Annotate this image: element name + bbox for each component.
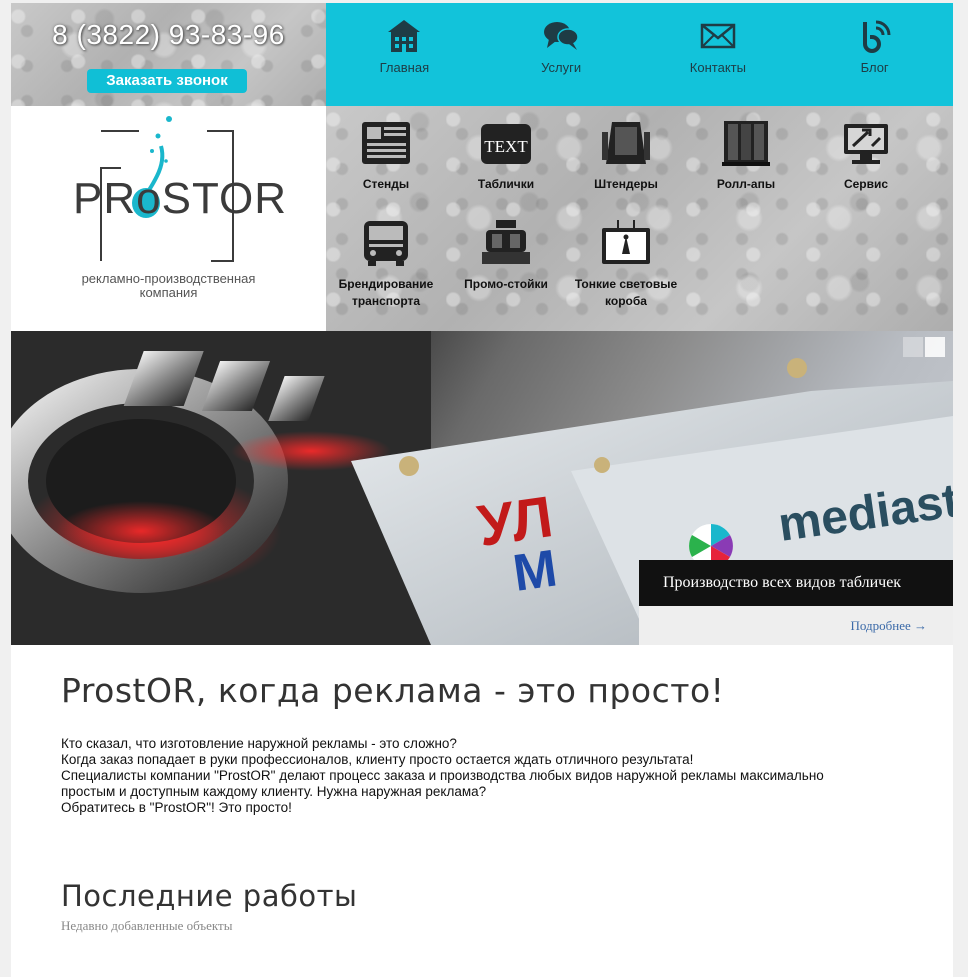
top-nav: Главная Услуги Контакты Блог xyxy=(326,3,953,106)
service-item-promo-stands[interactable]: Промо-стойки xyxy=(446,218,566,293)
roll-up-icon xyxy=(722,121,770,166)
services-grid: Стенды TEXT Таблички Штендеры Ролл-апы С… xyxy=(326,106,953,331)
text-sign-icon: TEXT xyxy=(481,124,531,164)
page: 8 (3822) 93-83-96 Заказать звонок Главна… xyxy=(11,3,953,977)
service-tools-icon xyxy=(844,124,888,164)
service-item-signs[interactable]: TEXT Таблички xyxy=(446,118,566,193)
service-label-line1: Промо-стойки xyxy=(464,277,548,291)
nav-item-home[interactable]: Главная xyxy=(326,3,483,106)
sandwich-board-icon xyxy=(602,122,650,164)
newspaper-stand-icon xyxy=(362,122,410,164)
service-item-transport-branding[interactable]: Брендирование транспорта xyxy=(326,218,446,310)
home-icon xyxy=(388,20,421,52)
service-label: Промо-стойки xyxy=(446,276,566,293)
blog-rss-icon xyxy=(862,20,891,53)
service-label-line1: Стенды xyxy=(362,177,410,191)
slider-dots xyxy=(903,337,945,357)
phone-number[interactable]: 8 (3822) 93-83-96 xyxy=(11,19,326,51)
intro-paragraph: Кто сказал, что изготовление наружной ре… xyxy=(61,736,901,816)
recent-works-title: Последние работы xyxy=(61,879,358,913)
service-label-line1: Ролл-апы xyxy=(716,177,776,191)
intro-line: Обратитесь в "ProstOR"! Это просто! xyxy=(61,800,292,815)
slide-more-link[interactable]: Подробнее → xyxy=(639,606,953,645)
service-label-line1: Сервис xyxy=(843,177,889,191)
service-item-sandwich-boards[interactable]: Штендеры xyxy=(566,118,686,193)
service-label-line1: Брендирование xyxy=(338,277,434,291)
service-item-thin-lightboxes[interactable]: Тонкие световые короба xyxy=(566,218,686,310)
slide-caption: Производство всех видов табличек Подробн… xyxy=(639,560,953,645)
service-label: Ролл-апы xyxy=(686,176,806,193)
service-item-stands[interactable]: Стенды xyxy=(326,118,446,193)
promo-stand-icon xyxy=(482,220,530,264)
nav-label-services: Услуги xyxy=(541,60,582,75)
intro-line: Когда заказ попадает в руки профессионал… xyxy=(61,752,694,767)
service-item-rollups[interactable]: Ролл-апы xyxy=(686,118,806,193)
page-headline: ProstOR, когда реклама - это просто! xyxy=(61,671,725,710)
hero-slider[interactable]: УЛ М mediast Производство всех видов таб… xyxy=(11,331,953,645)
service-label: Таблички xyxy=(446,176,566,193)
svg-text:TEXT: TEXT xyxy=(484,137,528,156)
envelope-icon xyxy=(700,23,736,49)
logo-block[interactable]: PRoSTOR рекламно-производственная компан… xyxy=(11,106,326,331)
service-label-line2: короба xyxy=(605,294,647,308)
nav-item-contacts[interactable]: Контакты xyxy=(640,3,797,106)
logo-subtitle-line2: компания xyxy=(139,285,198,300)
service-label: Стенды xyxy=(326,176,446,193)
service-label: Штендеры xyxy=(566,176,686,193)
service-item-service[interactable]: Сервис xyxy=(806,118,926,193)
nav-item-services[interactable]: Услуги xyxy=(483,3,640,106)
nav-label-home: Главная xyxy=(379,60,430,75)
intro-line: Кто сказал, что изготовление наружной ре… xyxy=(61,736,457,751)
phone-block: 8 (3822) 93-83-96 Заказать звонок xyxy=(11,3,326,106)
intro-line: Специалисты компании "ProstOR" делают пр… xyxy=(61,768,824,783)
slide-caption-title: Производство всех видов табличек xyxy=(639,560,953,606)
service-label-line1: Таблички xyxy=(477,177,535,191)
slider-dot[interactable] xyxy=(903,337,923,357)
logo-name: PRoSTOR xyxy=(73,174,288,223)
service-label-line1: Тонкие световые xyxy=(574,277,678,291)
speech-bubbles-icon xyxy=(544,22,579,50)
bus-icon xyxy=(364,221,408,266)
intro-line: простым и доступным каждому клиенту. Нуж… xyxy=(61,784,487,799)
service-label: Брендирование транспорта xyxy=(326,276,446,310)
service-label-line1: Штендеры xyxy=(594,177,658,191)
callback-button[interactable]: Заказать звонок xyxy=(87,69,247,93)
nav-item-blog[interactable]: Блог xyxy=(796,3,953,106)
logo-subtitle-line1: рекламно-производственная xyxy=(81,271,256,286)
lightbox-icon xyxy=(602,220,650,264)
logo-subtitle: рекламно-производственная компания xyxy=(11,272,326,300)
nav-label-blog: Блог xyxy=(860,60,889,75)
recent-works-subtitle: Недавно добавленные объекты xyxy=(61,918,233,933)
nav-label-contacts: Контакты xyxy=(689,60,746,75)
sign-text-2: М xyxy=(510,539,561,602)
service-label: Тонкие световые короба xyxy=(566,276,686,310)
service-label: Сервис xyxy=(806,176,926,193)
service-label-line2: транспорта xyxy=(351,294,421,308)
slider-dot[interactable] xyxy=(925,337,945,357)
